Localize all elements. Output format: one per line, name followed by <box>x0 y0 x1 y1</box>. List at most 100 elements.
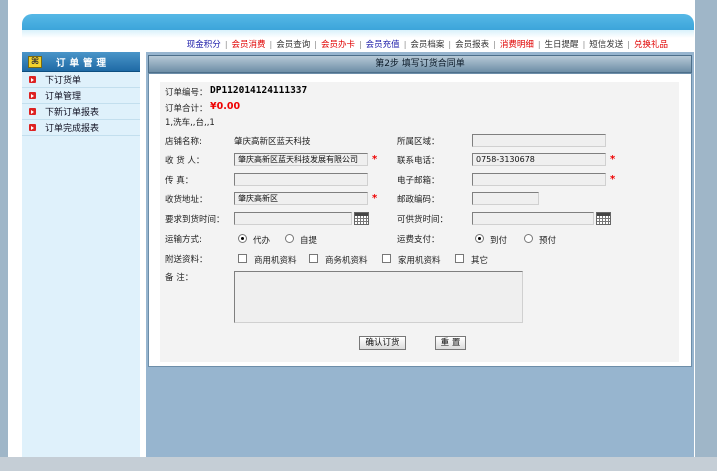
email-field[interactable] <box>472 173 606 186</box>
store-name-label: 店铺名称: <box>165 137 202 147</box>
sidebar-item-place-order[interactable]: 下订货单 <box>22 72 140 88</box>
sidebar-item-label: 订单完成报表 <box>45 124 100 134</box>
arrow-bullet-icon <box>29 108 36 115</box>
sidebar: ⌘ 订单管理 下订货单 订单管理 下新订单报表 订单完成报表 <box>22 52 140 457</box>
sidebar-header: ⌘ 订单管理 <box>22 52 140 72</box>
delivery-time-label: 要求到货时间： <box>165 215 225 225</box>
topnav-link[interactable]: 生日提醒 <box>545 40 579 50</box>
nav-separator: | <box>627 40 630 49</box>
order-number-label: 订单编号： <box>165 88 208 98</box>
calendar-icon[interactable] <box>354 212 369 225</box>
store-name-value: 肇庆高新区蓝天科技 <box>234 137 311 147</box>
remark-textarea[interactable] <box>234 271 523 323</box>
nav-separator: | <box>537 40 541 49</box>
topnav-link[interactable]: 现金积分 <box>187 40 221 50</box>
top-navigation: 现金积分 | 会员消费 | 会员查询 | 会员办卡 | 会员充值 | 会员档案 | 会员报表 | 消费明细 |… <box>22 38 694 52</box>
topnav-link[interactable]: 会员办卡 <box>321 40 355 50</box>
topnav-link[interactable]: 兑换礼品 <box>634 40 668 50</box>
nav-separator: | <box>358 40 362 49</box>
attach-home-label: 家用机资料 <box>398 256 441 266</box>
page-title: 第2步 填写订货合同单 <box>148 55 692 73</box>
phone-field[interactable]: 0758-3130678 <box>472 153 606 166</box>
shipping-pickup-radio[interactable] <box>285 234 294 243</box>
postcode-label: 邮政编码： <box>397 195 440 205</box>
delivery-time-field[interactable] <box>234 212 352 225</box>
required-mark: * <box>372 154 378 165</box>
form-frame: 订单编号： DP112014124111337 订单合计： ¥0.00 1,洗车… <box>148 73 692 367</box>
nav-separator: | <box>269 40 273 49</box>
topnav-link[interactable]: 会员档案 <box>410 40 444 50</box>
sidebar-item-label: 下新订单报表 <box>45 108 100 118</box>
recipient-label: 收 货 人： <box>165 156 205 166</box>
arrow-bullet-icon <box>29 76 36 83</box>
shipping-pickup-label: 自提 <box>300 236 318 246</box>
attach-business-label: 商务机资料 <box>325 256 368 266</box>
attach-business-checkbox[interactable] <box>309 254 318 263</box>
recipient-field[interactable]: 肇庆高新区蓝天科技发展有限公司 <box>234 153 368 166</box>
nav-separator: | <box>224 40 228 49</box>
sidebar-item-label: 订单管理 <box>45 92 82 102</box>
sidebar-item-label: 下订货单 <box>45 76 82 86</box>
fax-field[interactable] <box>234 173 368 186</box>
window-frame-right <box>695 0 717 471</box>
sidebar-item-new-order-report[interactable]: 下新订单报表 <box>22 104 140 120</box>
nav-separator: | <box>448 40 452 49</box>
attach-label: 附送资料： <box>165 255 208 265</box>
region-label: 所属区域： <box>397 137 440 147</box>
calendar-icon[interactable] <box>596 212 611 225</box>
topnav-link[interactable]: 会员报表 <box>455 40 489 50</box>
order-form: 订单编号： DP112014124111337 订单合计： ¥0.00 1,洗车… <box>160 82 679 362</box>
nav-separator: | <box>582 40 586 49</box>
freight-collect-label: 到付 <box>490 236 508 246</box>
window-frame-bottom <box>0 457 717 471</box>
email-label: 电子邮箱： <box>397 176 440 186</box>
supply-time-field[interactable] <box>472 212 594 225</box>
freight-collect-radio[interactable] <box>475 234 484 243</box>
topnav-link[interactable]: 会员查询 <box>276 40 310 50</box>
postcode-field[interactable] <box>472 192 539 205</box>
freight-label: 运费支付： <box>397 235 440 245</box>
remark-label: 备 注： <box>165 273 194 283</box>
order-items-line: 1,洗车,,台,,1 <box>165 118 215 128</box>
supply-time-label: 可供货时间： <box>397 215 449 225</box>
window-frame-left <box>0 0 8 471</box>
fax-label: 传 真： <box>165 176 194 186</box>
arrow-bullet-icon <box>29 124 36 131</box>
topnav-link[interactable]: 短信发送 <box>589 40 623 50</box>
shipping-agent-label: 代办 <box>253 236 271 246</box>
order-number-value: DP112014124111337 <box>210 85 308 96</box>
phone-label: 联系电话： <box>397 156 440 166</box>
address-field[interactable]: 肇庆高新区 <box>234 192 368 205</box>
arrow-bullet-icon <box>29 92 36 99</box>
nav-separator: | <box>314 40 317 49</box>
topnav-link[interactable]: 消费明细 <box>500 40 534 50</box>
topnav-link[interactable]: 会员充值 <box>366 40 400 50</box>
order-total-label: 订单合计： <box>165 104 208 114</box>
shipping-label: 运输方式: <box>165 235 202 245</box>
topnav-link[interactable]: 会员消费 <box>232 40 266 50</box>
reset-button[interactable]: 重 置 <box>435 336 466 350</box>
shipping-agent-radio[interactable] <box>238 234 247 243</box>
sidebar-title: 订单管理 <box>56 57 111 69</box>
nav-separator: | <box>403 40 407 49</box>
header-banner-shade <box>22 30 694 38</box>
command-logo-icon: ⌘ <box>28 55 42 68</box>
sidebar-item-completed-order-report[interactable]: 订单完成报表 <box>22 120 140 136</box>
nav-separator: | <box>493 40 496 49</box>
required-mark: * <box>610 174 616 185</box>
required-mark: * <box>610 154 616 165</box>
attach-commercial-label: 商用机资料 <box>254 256 297 266</box>
required-mark: * <box>372 193 378 204</box>
order-total-value: ¥0.00 <box>210 101 241 112</box>
attach-other-checkbox[interactable] <box>455 254 464 263</box>
attach-commercial-checkbox[interactable] <box>238 254 247 263</box>
attach-home-checkbox[interactable] <box>382 254 391 263</box>
main-panel: 第2步 填写订货合同单 订单编号： DP112014124111337 订单合计… <box>146 52 694 457</box>
freight-prepaid-label: 预付 <box>539 236 557 246</box>
address-label: 收货地址： <box>165 195 208 205</box>
sidebar-item-order-management[interactable]: 订单管理 <box>22 88 140 104</box>
attach-other-label: 其它 <box>471 256 489 266</box>
confirm-order-button[interactable]: 确认订货 <box>359 336 406 350</box>
freight-prepaid-radio[interactable] <box>524 234 533 243</box>
region-field[interactable] <box>472 134 606 147</box>
